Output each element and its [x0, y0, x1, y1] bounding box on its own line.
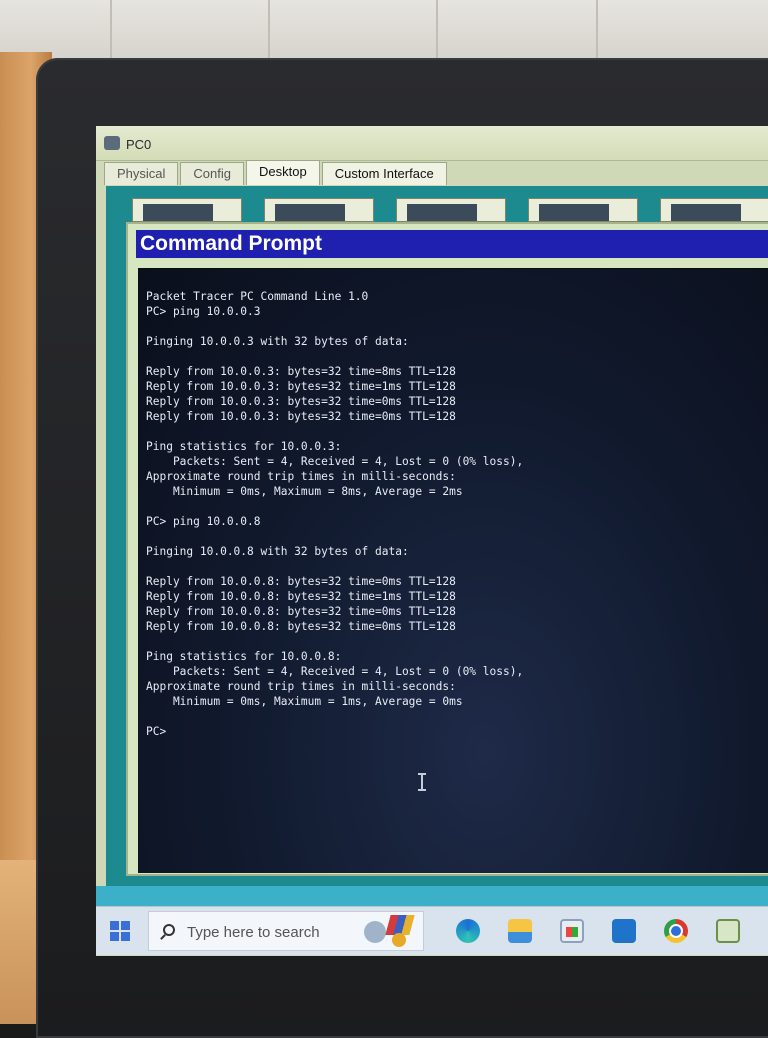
command-prompt-title: Command Prompt — [136, 230, 768, 258]
chrome-icon[interactable] — [664, 919, 688, 943]
edge-icon[interactable] — [456, 919, 480, 943]
ceiling-seam — [436, 0, 438, 62]
store-icon[interactable] — [560, 919, 584, 943]
terminal-line: Reply from 10.0.0.3: bytes=32 time=0ms T… — [146, 395, 456, 408]
windows-start-icon[interactable] — [110, 921, 130, 941]
command-prompt-window: Command Prompt Packet Tracer PC Command … — [126, 222, 768, 876]
ceiling-seam — [268, 0, 270, 62]
device-tabs: Physical Config Desktop Custom Interface — [104, 160, 449, 186]
desktop-app-icon[interactable] — [264, 198, 374, 222]
packet-tracer-icon[interactable] — [716, 919, 740, 943]
window-bottom-strip — [96, 886, 768, 906]
search-highlight-icon[interactable] — [364, 913, 424, 951]
terminal-lines: Packet Tracer PC Command Line 1.0 PC> pin… — [146, 289, 768, 739]
terminal-line: Reply from 10.0.0.3: bytes=32 time=1ms T… — [146, 380, 456, 393]
terminal-line: Minimum = 0ms, Maximum = 8ms, Average = … — [146, 485, 463, 498]
terminal-line: Ping statistics for 10.0.0.3: — [146, 440, 342, 453]
desktop-app-icon[interactable] — [132, 198, 242, 222]
terminal-line: Reply from 10.0.0.8: bytes=32 time=1ms T… — [146, 590, 456, 603]
tab-physical[interactable]: Physical — [104, 162, 179, 185]
terminal-line: Approximate round trip times in milli-se… — [146, 470, 456, 483]
terminal-line: Reply from 10.0.0.3: bytes=32 time=0ms T… — [146, 410, 456, 423]
mail-icon[interactable] — [612, 919, 636, 943]
tab-config[interactable]: Config — [180, 162, 244, 185]
terminal-line: Ping statistics for 10.0.0.8: — [146, 650, 342, 663]
ceiling-seam — [110, 0, 112, 62]
desktop-app-icon[interactable] — [528, 198, 638, 222]
terminal-line: Reply from 10.0.0.3: bytes=32 time=8ms T… — [146, 365, 456, 378]
desktop-app-icon[interactable] — [396, 198, 506, 222]
tab-custom-interface[interactable]: Custom Interface — [321, 162, 447, 185]
terminal-line: Reply from 10.0.0.8: bytes=32 time=0ms T… — [146, 605, 456, 618]
terminal-output[interactable]: Packet Tracer PC Command Line 1.0 PC> pin… — [138, 268, 768, 873]
terminal-line: Approximate round trip times in milli-se… — [146, 680, 456, 693]
desktop-app-icon[interactable] — [660, 198, 768, 222]
terminal-line: Pinging 10.0.0.8 with 32 bytes of data: — [146, 545, 409, 558]
ceiling-seam — [596, 0, 598, 62]
terminal-line: Packets: Sent = 4, Received = 4, Lost = … — [146, 665, 524, 678]
terminal-line: Reply from 10.0.0.8: bytes=32 time=0ms T… — [146, 575, 456, 588]
terminal-line: PC> ping 10.0.0.3 — [146, 305, 261, 318]
text-cursor-icon — [418, 773, 426, 791]
pc-device-icon — [104, 136, 120, 150]
windows-taskbar: Type here to search — [96, 906, 768, 955]
terminal-line: Packet Tracer PC Command Line 1.0 — [146, 290, 369, 303]
window-title: PC0 — [126, 137, 152, 152]
ceiling-background — [0, 0, 768, 62]
search-placeholder: Type here to search — [187, 924, 320, 941]
search-icon — [163, 924, 175, 936]
file-explorer-icon[interactable] — [508, 919, 532, 943]
packet-tracer-titlebar: PC0 — [96, 126, 768, 161]
terminal-line: Minimum = 0ms, Maximum = 1ms, Average = … — [146, 695, 463, 708]
terminal-line: PC> ping 10.0.0.8 — [146, 515, 261, 528]
terminal-line: Packets: Sent = 4, Received = 4, Lost = … — [146, 455, 524, 468]
terminal-line: PC> — [146, 725, 167, 738]
terminal-line: Reply from 10.0.0.8: bytes=32 time=0ms T… — [146, 620, 456, 633]
monitor-screen: PC0 Physical Config Desktop Custom Inter… — [96, 126, 768, 956]
terminal-line: Pinging 10.0.0.3 with 32 bytes of data: — [146, 335, 409, 348]
tab-desktop[interactable]: Desktop — [246, 160, 320, 185]
